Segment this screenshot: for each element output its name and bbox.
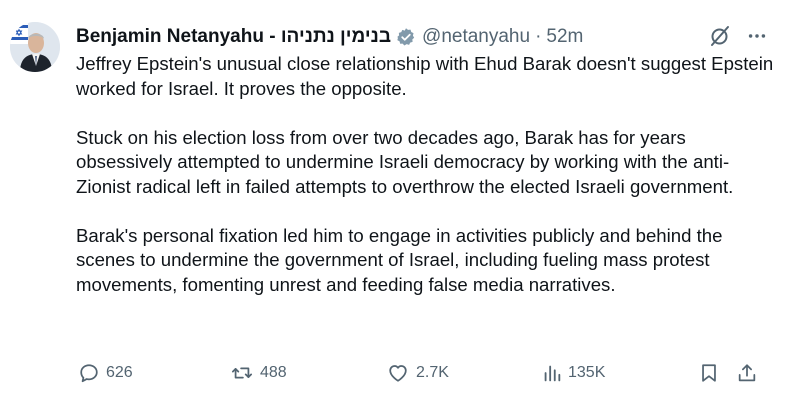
retweet-icon	[231, 367, 253, 379]
reply-count: 626	[106, 364, 133, 381]
tweet-card: Benjamin Netanyahu - בנימין נתניהו @neta…	[0, 0, 800, 413]
tweet-paragraph-1: Jeffrey Epstein's unusual close relation…	[76, 53, 774, 99]
tweet-header: Benjamin Netanyahu - בנימין נתניהו @neta…	[76, 24, 740, 50]
views-button[interactable]: 135K	[542, 362, 605, 384]
bookmark-icon	[702, 364, 716, 382]
share-icon	[738, 364, 756, 382]
reply-icon	[80, 364, 98, 383]
share-button[interactable]	[736, 362, 758, 384]
tweet-paragraph-2: Stuck on his election loss from over two…	[76, 126, 734, 197]
tweet-text: Jeffrey Epstein's unusual close relation…	[76, 52, 776, 322]
tweet-paragraph-3: Barak's personal fixation led him to eng…	[76, 224, 723, 295]
grok-icon[interactable]	[708, 24, 732, 48]
avatar[interactable]	[10, 22, 60, 72]
separator-dot: ·	[535, 26, 542, 47]
views-count: 135K	[568, 364, 606, 381]
views-icon	[544, 365, 561, 382]
bookmark-button[interactable]	[698, 362, 720, 384]
avatar-image	[10, 22, 60, 72]
retweet-button[interactable]: 488	[230, 362, 287, 384]
retweet-count: 488	[260, 364, 287, 381]
like-icon	[389, 365, 407, 382]
tweet-top-actions	[708, 24, 768, 48]
verified-badge-icon	[396, 27, 416, 47]
more-icon[interactable]	[746, 25, 768, 47]
like-button[interactable]: 2.7K	[386, 362, 449, 384]
tweet-timestamp[interactable]: 52m	[546, 26, 583, 48]
author-name[interactable]: Benjamin Netanyahu - בנימין נתניהו	[76, 26, 391, 48]
reply-button[interactable]: 626	[78, 362, 133, 384]
like-count: 2.7K	[416, 364, 449, 381]
author-handle[interactable]: @netanyahu	[422, 26, 530, 48]
tweet-actions-bar: 626 488 2.7K 135K	[76, 362, 770, 388]
